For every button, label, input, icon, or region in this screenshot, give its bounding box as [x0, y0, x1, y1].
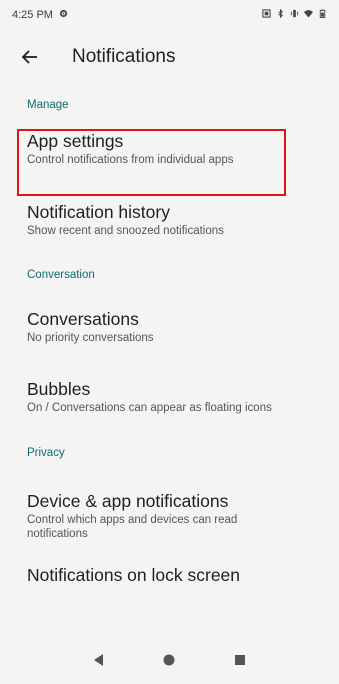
section-header-manage: Manage — [27, 99, 69, 111]
pref-summary: Control notifications from individual ap… — [27, 154, 234, 166]
status-right — [262, 9, 327, 21]
pref-summary: Control which apps and devices can read … — [27, 514, 238, 540]
pref-summary: Show recent and snoozed notifications — [27, 225, 224, 237]
pref-title: App settings — [27, 131, 124, 151]
page-title: Notifications — [72, 46, 176, 67]
app-settings-item[interactable]: App settings Control notifications from … — [0, 120, 339, 183]
section-header-privacy: Privacy — [27, 447, 65, 459]
app-bar: Notifications — [0, 30, 339, 84]
status-left: 4:25 PM — [12, 9, 68, 21]
device-app-notifications-item[interactable]: Device & app notifications Control which… — [0, 468, 339, 564]
section-header-conversation: Conversation — [27, 269, 95, 281]
nav-home-button[interactable] — [154, 645, 184, 675]
home-circle-icon — [163, 654, 175, 666]
notification-history-item[interactable]: Notification history Show recent and sno… — [0, 183, 339, 260]
navigation-bar — [0, 636, 339, 684]
pref-summary: No priority conversations — [27, 332, 154, 344]
pref-title: Bubbles — [27, 379, 91, 399]
settings-gear-icon — [59, 9, 68, 21]
settings-list: Manage App settings Control notification… — [0, 84, 339, 604]
nav-recents-button[interactable] — [225, 645, 255, 675]
vibrate-icon — [290, 9, 299, 21]
wifi-icon — [304, 9, 313, 21]
nav-back-button[interactable] — [84, 645, 114, 675]
status-time: 4:25 PM — [12, 9, 53, 21]
pref-title: Device & app notifications — [27, 491, 229, 511]
conversations-item[interactable]: Conversations No priority conversations — [0, 290, 339, 358]
bluetooth-icon — [276, 9, 285, 21]
status-bar: 4:25 PM — [0, 0, 339, 30]
recents-square-icon — [234, 655, 245, 665]
pref-summary: On / Conversations can appear as floatin… — [27, 402, 272, 414]
back-button[interactable] — [16, 43, 44, 71]
pref-title: Notifications on lock screen — [27, 565, 241, 585]
bubbles-item[interactable]: Bubbles On / Conversations can appear as… — [0, 358, 339, 438]
battery-icon — [318, 9, 327, 21]
pref-title: Conversations — [27, 309, 139, 329]
screenshot-icon — [262, 9, 271, 21]
pref-title: Notification history — [27, 202, 170, 222]
lock-screen-notifications-item[interactable]: Notifications on lock screen — [0, 564, 339, 604]
arrow-back-icon — [21, 50, 37, 64]
back-triangle-icon — [94, 654, 104, 666]
